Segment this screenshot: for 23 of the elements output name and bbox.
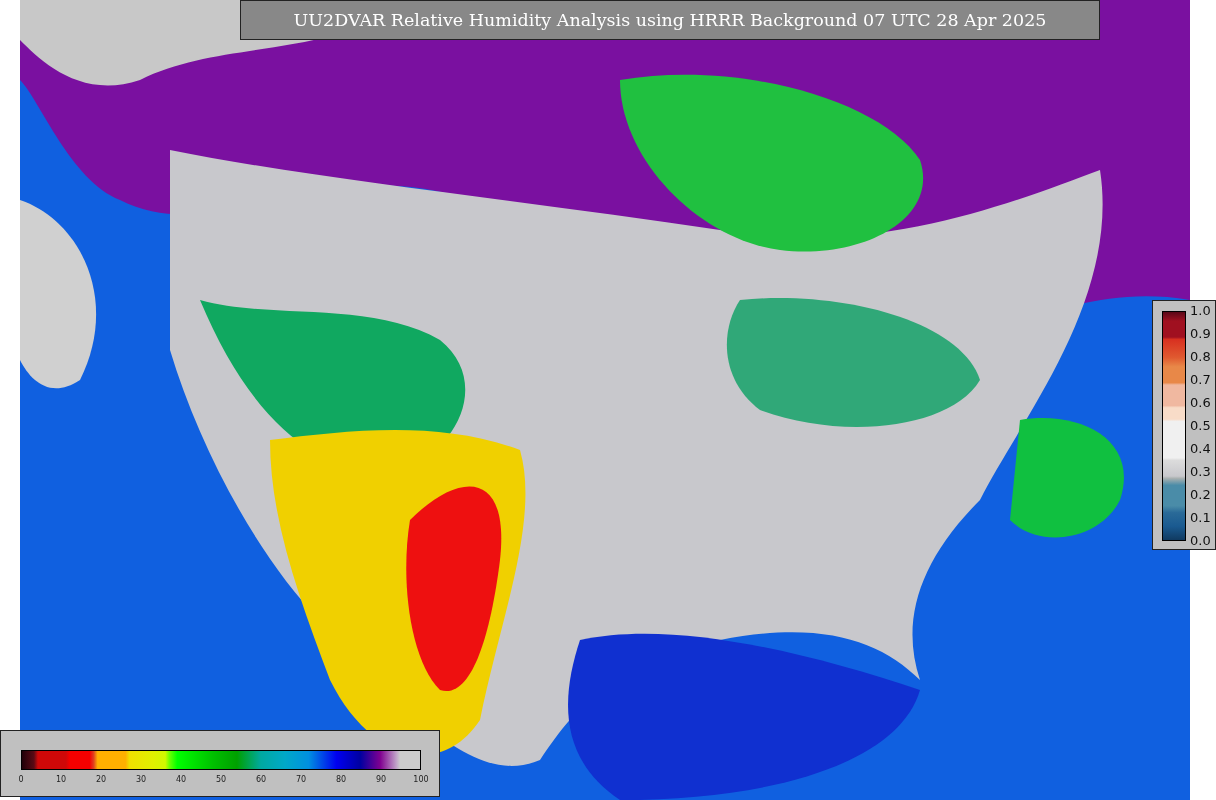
colorbar-tick-label: 30 (135, 775, 147, 785)
colorbar-tick-label: 0.1 (1190, 511, 1211, 525)
colorbar-tick-label: 60 (255, 775, 267, 785)
map-title: UU2DVAR Relative Humidity Analysis using HRRR Background 07 UTC 28 Apr 2025 (240, 0, 1100, 40)
colorbar-tick-label: 1.0 (1190, 304, 1211, 318)
colorbar-tick-label: 80 (335, 775, 347, 785)
colorbar-tick-label: 70 (295, 775, 307, 785)
colorbar-tick-label: 0.9 (1190, 327, 1211, 341)
colorbar-tick-label: 10 (55, 775, 67, 785)
colorbar-tick-label: 100 (413, 775, 429, 785)
colorbar-tick-label: 0.5 (1190, 419, 1211, 433)
colorbar-tick-label: 40 (175, 775, 187, 785)
colorbar-tick-label: 20 (95, 775, 107, 785)
colorbar-tick-label: 0.3 (1190, 465, 1211, 479)
colorbar-tick-label: 50 (215, 775, 227, 785)
colorbar-tick-label: 0.8 (1190, 350, 1211, 364)
colorbar-tick-label: 0.4 (1190, 442, 1211, 456)
colorbar-tick-label: 0 (18, 775, 24, 785)
colorbar-tick-label: 0.0 (1190, 534, 1211, 548)
colorbar-tick-label: 0.7 (1190, 373, 1211, 387)
colorbar-tick-label: 90 (375, 775, 387, 785)
colorbar-tick-label: 0.2 (1190, 488, 1211, 502)
colorbar-tick-label: 0.6 (1190, 396, 1211, 410)
